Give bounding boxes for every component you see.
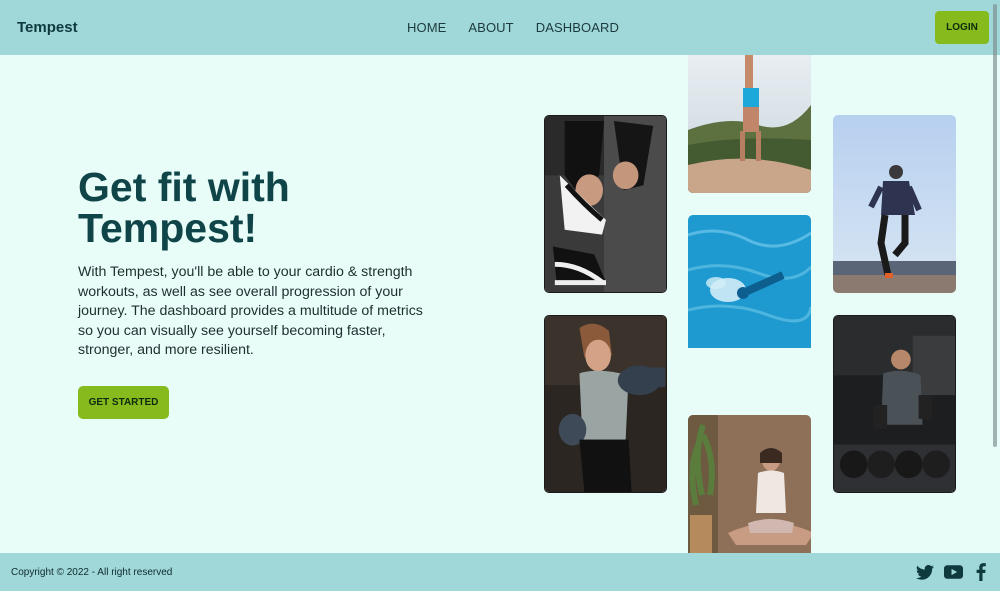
top-nav: Tempest HOME ABOUT DASHBOARD LOGIN	[0, 0, 1000, 55]
page-scrollbar[interactable]	[993, 4, 997, 447]
sneaker-lacing-photo	[544, 115, 667, 293]
brand-logo[interactable]: Tempest	[17, 19, 78, 36]
page-footer: Copyright © 2022 - All right reserved	[0, 553, 1000, 591]
hero-title: Get fit with Tempest!	[78, 164, 290, 251]
runner-sky-photo	[833, 115, 956, 293]
dumbbell-man-photo	[833, 315, 956, 493]
twitter-icon[interactable]	[915, 563, 935, 581]
get-started-button[interactable]: GET STARTED	[78, 386, 169, 419]
swimmer-pool-photo	[688, 215, 811, 348]
main-menu: HOME ABOUT DASHBOARD	[407, 20, 619, 35]
yoga-meditation-photo	[688, 415, 811, 553]
nav-link-dashboard[interactable]: DASHBOARD	[536, 20, 619, 35]
handstand-cliff-photo	[688, 55, 811, 193]
login-button[interactable]: LOGIN	[935, 11, 989, 44]
facebook-icon[interactable]	[971, 563, 991, 581]
copyright-text: Copyright © 2022 - All right reserved	[11, 567, 173, 578]
nav-link-home[interactable]: HOME	[407, 20, 446, 35]
boxer-woman-photo	[544, 315, 667, 493]
youtube-icon[interactable]	[943, 563, 963, 581]
nav-link-about[interactable]: ABOUT	[468, 20, 513, 35]
hero-description: With Tempest, you'll be able to your car…	[78, 264, 423, 358]
